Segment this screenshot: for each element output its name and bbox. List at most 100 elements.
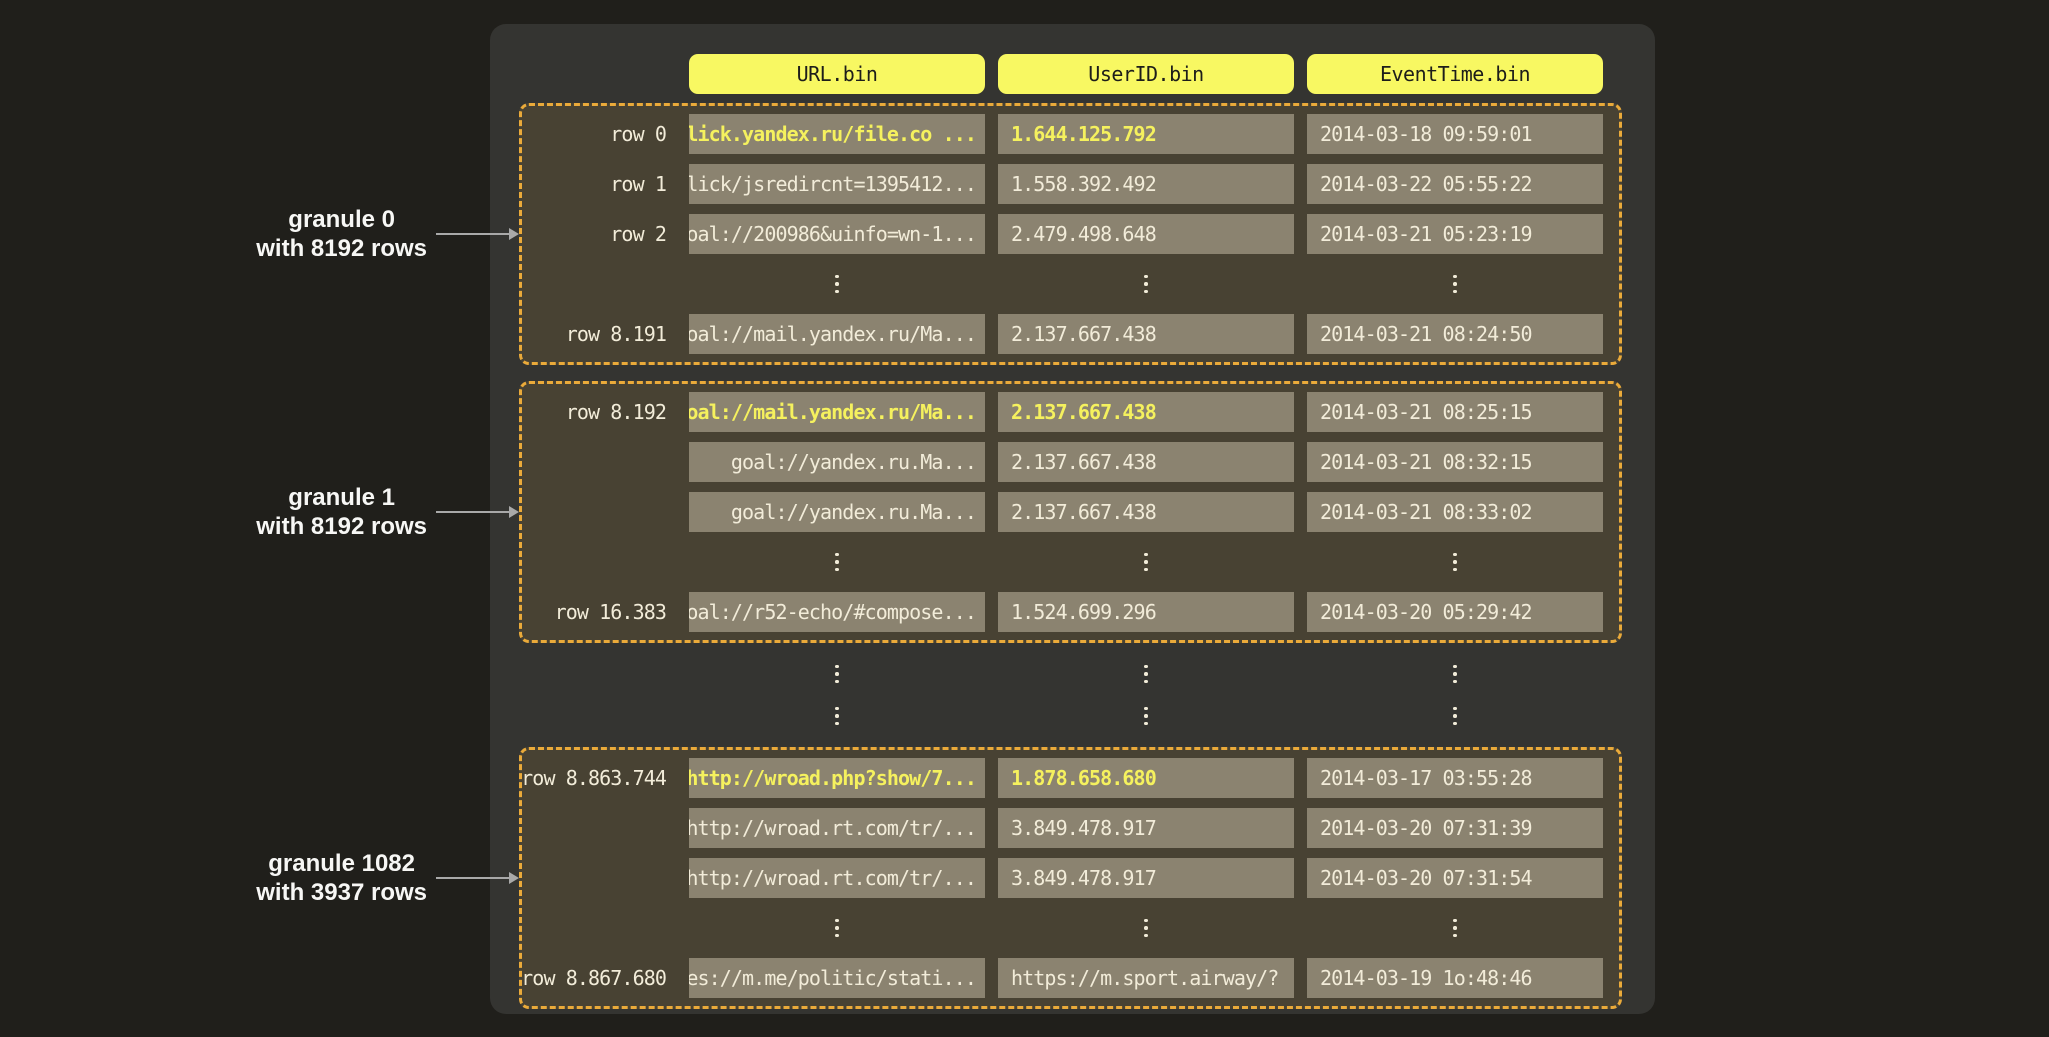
url-cell: http://wroad.php?show/7...	[689, 758, 985, 798]
eventtime-cell: 2014-03-19 1o:48:46	[1307, 958, 1603, 998]
eventtime-ellipsis-cell	[1307, 701, 1603, 731]
ellipsis-row	[522, 659, 1603, 689]
url-ellipsis-cell	[689, 542, 985, 582]
row-label-cell: row 8.867.680	[522, 958, 676, 998]
granule-row: row 1/click/jsredircnt=1395412...1.558.3…	[522, 164, 1603, 204]
ellipsis-dot	[835, 926, 839, 930]
ellipsis-dot	[1453, 707, 1457, 711]
ellipsis-dot	[1144, 553, 1148, 557]
ellipsis-dot	[1144, 934, 1148, 938]
row-label-cell	[522, 442, 676, 482]
ellipsis-dot	[1144, 568, 1148, 572]
vertical-ellipsis-icon	[1144, 919, 1148, 938]
arrow-right-icon	[436, 233, 510, 235]
userid-cell: 2.137.667.438	[998, 314, 1294, 354]
granule-row: goal://yandex.ru.Ma...2.137.667.4382014-…	[522, 492, 1603, 532]
userid-ellipsis-cell	[998, 659, 1294, 689]
row-label-cell	[522, 542, 676, 582]
row-label-cell: row 0	[522, 114, 676, 154]
row-label-cell: row 1	[522, 164, 676, 204]
ellipsis-dot	[1453, 275, 1457, 279]
userid-ellipsis-cell	[998, 701, 1294, 731]
granule-label-line: granule 1	[256, 483, 427, 512]
ellipsis-dot	[1144, 714, 1148, 718]
ellipsis-dot	[835, 282, 839, 286]
userid-cell: 1.644.125.792	[998, 114, 1294, 154]
vertical-ellipsis-icon	[1453, 707, 1457, 726]
column-header-url-bin: URL.bin	[689, 54, 985, 94]
url-cell: goal://yandex.ru.Ma...	[689, 492, 985, 532]
eventtime-cell: 2014-03-21 05:23:19	[1307, 214, 1603, 254]
url-cell: goal://200986&uinfo=wn-1...	[689, 214, 985, 254]
ellipsis-dot	[1144, 290, 1148, 294]
granule-row: row 0/click.yandex.ru/file.co ... 1.644.1…	[522, 114, 1603, 154]
ellipsis-dot	[835, 568, 839, 572]
arrow-right-icon	[436, 511, 510, 513]
row-label-cell: row 8.192	[522, 392, 676, 432]
ellipsis-dot	[1144, 275, 1148, 279]
eventtime-cell: 2014-03-20 05:29:42	[1307, 592, 1603, 632]
url-ellipsis-cell	[689, 659, 985, 689]
url-cell: /click.yandex.ru/file.co ...	[689, 114, 985, 154]
granule-box-1: row 8.192goal://mail.yandex.ru/Ma...2.13…	[519, 381, 1622, 643]
eventtime-cell: 2014-03-21 08:33:02	[1307, 492, 1603, 532]
ellipsis-dot	[835, 707, 839, 711]
ellipsis-dot	[835, 680, 839, 684]
arrow-right-icon	[436, 877, 510, 879]
granule-row: row 8.867.680 res://m.me/politic/stati...…	[522, 958, 1603, 998]
data-part-panel: URL.binUserID.binEventTime.bin row 0/cli…	[490, 24, 1655, 1014]
userid-cell: 3.849.478.917	[998, 808, 1294, 848]
granule-stack: row 0/click.yandex.ru/file.co ... 1.644.1…	[490, 103, 1655, 1009]
eventtime-ellipsis-cell	[1307, 659, 1603, 689]
between-granules-ellipsis	[522, 659, 1619, 731]
url-cell: goal://r52-echo/#compose...	[689, 592, 985, 632]
ellipsis-dot	[835, 275, 839, 279]
ellipsis-dot	[1453, 282, 1457, 286]
ellipsis-dot	[835, 714, 839, 718]
ellipsis-row	[522, 908, 1603, 948]
userid-cell: 1.878.658.680	[998, 758, 1294, 798]
granule-row: row 8.863.744http://wroad.php?show/7...1…	[522, 758, 1603, 798]
url-ellipsis-cell	[689, 908, 985, 948]
ellipsis-dot	[1144, 672, 1148, 676]
ellipsis-dot	[1453, 934, 1457, 938]
userid-cell: https://m.sport.airway/?	[998, 958, 1294, 998]
vertical-ellipsis-icon	[835, 919, 839, 938]
ellipsis-dot	[1144, 560, 1148, 564]
granule-row: row 8.192goal://mail.yandex.ru/Ma...2.13…	[522, 392, 1603, 432]
userid-ellipsis-cell	[998, 264, 1294, 304]
eventtime-cell: 2014-03-20 07:31:54	[1307, 858, 1603, 898]
granule-row: goal://yandex.ru.Ma...2.137.667.4382014-…	[522, 442, 1603, 482]
granule-row: http://wroad.rt.com/tr/...3.849.478.9172…	[522, 858, 1603, 898]
url-ellipsis-cell	[689, 264, 985, 304]
url-cell: goal://mail.yandex.ru/Ma...	[689, 392, 985, 432]
granule-row: row 8.191goal://mail.yandex.ru/Ma...2.13…	[522, 314, 1603, 354]
vertical-ellipsis-icon	[835, 665, 839, 684]
ellipsis-dot	[835, 665, 839, 669]
eventtime-cell: 2014-03-20 07:31:39	[1307, 808, 1603, 848]
granule-box-2: row 8.863.744http://wroad.php?show/7...1…	[519, 747, 1622, 1009]
granule-label-1: granule 1with 8192 rows	[256, 483, 427, 541]
ellipsis-dot	[1144, 282, 1148, 286]
url-cell: goal://mail.yandex.ru/Ma...	[689, 314, 985, 354]
url-cell: http://wroad.rt.com/tr/...	[689, 808, 985, 848]
granule-label-2: granule 1082with 3937 rows	[256, 849, 427, 907]
ellipsis-dot	[835, 290, 839, 294]
userid-ellipsis-cell	[998, 542, 1294, 582]
ellipsis-dot	[1453, 714, 1457, 718]
ellipsis-dot	[1453, 919, 1457, 923]
ellipsis-dot	[1144, 722, 1148, 726]
ellipsis-dot	[1453, 553, 1457, 557]
row-label-cell	[522, 701, 676, 731]
eventtime-cell: 2014-03-21 08:25:15	[1307, 392, 1603, 432]
vertical-ellipsis-icon	[835, 707, 839, 726]
eventtime-cell: 2014-03-22 05:55:22	[1307, 164, 1603, 204]
ellipsis-dot	[1144, 926, 1148, 930]
vertical-ellipsis-icon	[1453, 553, 1457, 572]
ellipsis-row	[522, 701, 1603, 731]
column-headers: URL.binUserID.binEventTime.bin	[689, 54, 1655, 94]
vertical-ellipsis-icon	[1453, 919, 1457, 938]
granule-row: row 16.383goal://r52-echo/#compose...1.5…	[522, 592, 1603, 632]
url-cell: res://m.me/politic/stati...	[689, 958, 985, 998]
vertical-ellipsis-icon	[1144, 553, 1148, 572]
